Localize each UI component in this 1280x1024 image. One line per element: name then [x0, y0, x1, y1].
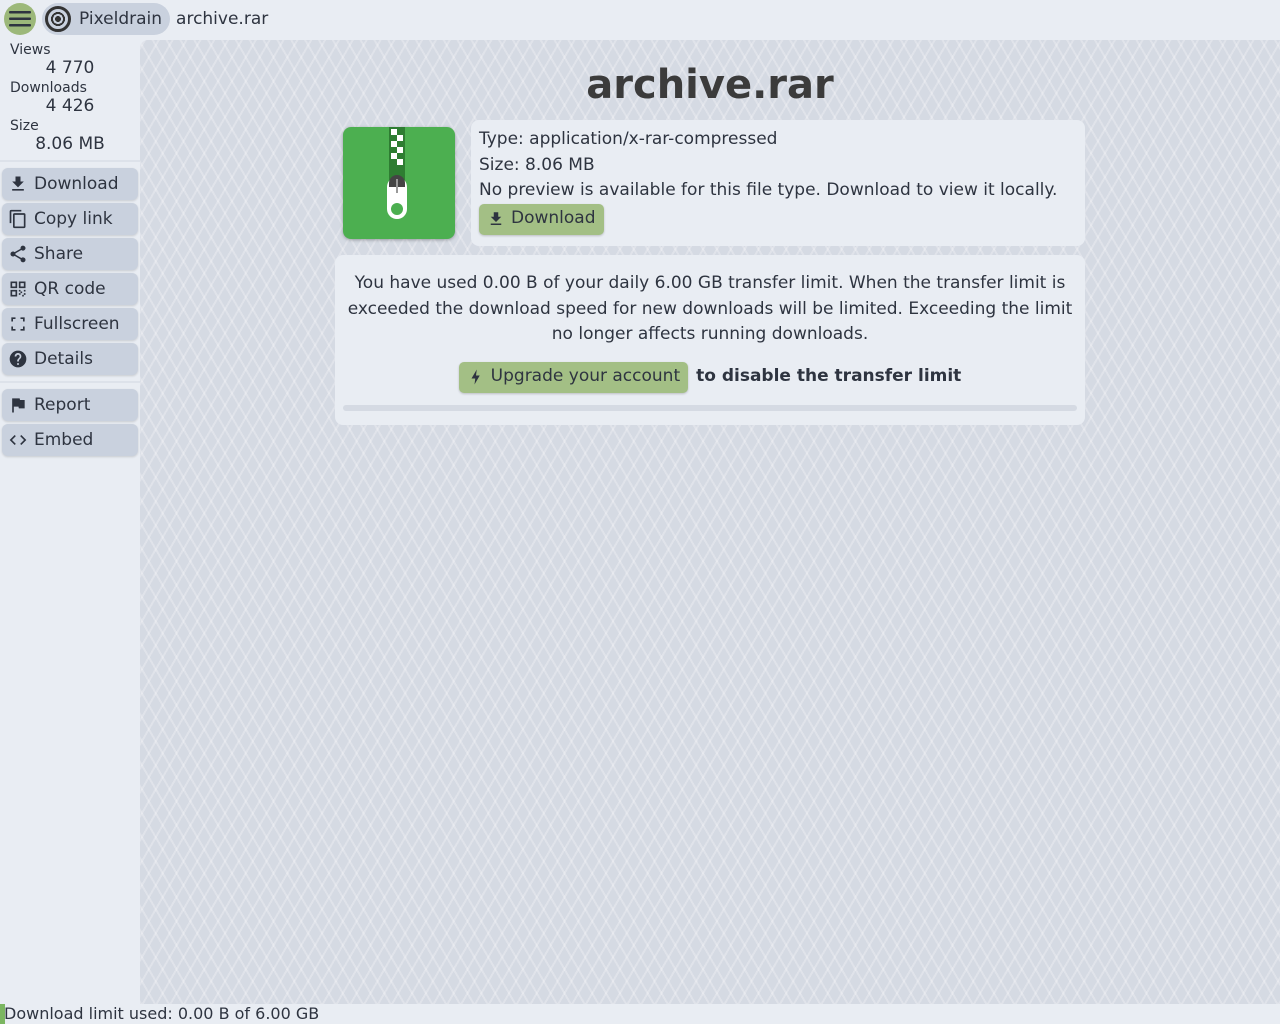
- download-label: Download: [34, 174, 119, 194]
- fullscreen-label: Fullscreen: [34, 314, 120, 334]
- share-label: Share: [34, 244, 84, 264]
- fullscreen-icon: [11, 317, 25, 331]
- home-button[interactable]: Pixeldrain: [42, 3, 171, 35]
- share-icon: [10, 245, 26, 263]
- code-icon: [9, 435, 27, 445]
- divider: [0, 160, 140, 162]
- download-icon: [12, 176, 24, 191]
- file-name: archive.rar: [176, 9, 269, 29]
- download-icon: [490, 212, 502, 225]
- upgrade-suffix: to disable the transfer limit: [696, 366, 962, 387]
- upgrade-label: Upgrade your account: [490, 366, 681, 387]
- lightning-icon: [471, 369, 480, 385]
- copy-link-label: Copy link: [34, 209, 113, 229]
- qr-code-label: QR code: [34, 279, 106, 299]
- download-limit-text: Download limit used: 0.00 B of 6.00 GB: [4, 1004, 320, 1023]
- file-info-panel: Type: application/x-rar-compressed Size:…: [471, 120, 1085, 246]
- flag-icon: [12, 398, 25, 413]
- sidebar: Views 4 770 Downloads 4 426 Size 8.06 MB…: [0, 40, 140, 459]
- report-label: Report: [34, 395, 91, 415]
- divider: [0, 381, 140, 383]
- fullscreen-button[interactable]: Fullscreen: [2, 308, 138, 340]
- downloads-value: 4 426: [45, 96, 95, 116]
- views-label: Views: [10, 42, 51, 58]
- no-preview-message: No preview is available for this file ty…: [479, 180, 1058, 200]
- pixeldrain-logo-icon: [45, 6, 71, 32]
- copy-icon: [9, 209, 26, 229]
- hamburger-icon: [9, 11, 31, 27]
- size-value: 8.06 MB: [35, 134, 105, 154]
- copy-link-button[interactable]: Copy link: [2, 203, 138, 235]
- file-viewer: archive.rar Type: application/x-rar-comp…: [140, 40, 1280, 1004]
- size-label: Size: [10, 118, 39, 134]
- transfer-limit-panel: You have used 0.00 B of your daily 6.00 …: [335, 255, 1085, 425]
- share-button[interactable]: Share: [2, 238, 138, 270]
- upgrade-account-button[interactable]: Upgrade your account: [458, 361, 689, 393]
- file-title: archive.rar: [586, 62, 834, 108]
- file-download-label: Download: [511, 208, 596, 229]
- details-button[interactable]: Details: [2, 343, 138, 375]
- limit-progress-fill: [0, 1004, 5, 1024]
- embed-button[interactable]: Embed: [2, 424, 138, 456]
- menu-button[interactable]: [4, 3, 36, 35]
- transfer-limit-progress: [343, 404, 1077, 411]
- views-value: 4 770: [45, 58, 95, 78]
- transfer-limit-message: You have used 0.00 B of your daily 6.00 …: [347, 273, 1073, 344]
- file-type: Type: application/x-rar-compressed: [479, 129, 778, 149]
- qr-code-button[interactable]: QR code: [2, 273, 138, 305]
- file-download-button[interactable]: Download: [479, 203, 604, 235]
- archive-file-icon: [343, 127, 455, 239]
- embed-label: Embed: [34, 430, 94, 450]
- brand-name: Pixeldrain: [79, 9, 163, 29]
- report-button[interactable]: Report: [2, 389, 138, 421]
- file-size: Size: 8.06 MB: [479, 154, 595, 175]
- details-label: Details: [34, 349, 93, 369]
- footer-bar: Download limit used: 0.00 B of 6.00 GB: [0, 1004, 1280, 1024]
- qr-code-icon: [10, 281, 26, 297]
- downloads-label: Downloads: [10, 80, 87, 96]
- top-bar: Pixeldrain archive.rar: [0, 0, 1280, 38]
- download-button[interactable]: Download: [2, 168, 138, 200]
- help-icon: [9, 350, 27, 368]
